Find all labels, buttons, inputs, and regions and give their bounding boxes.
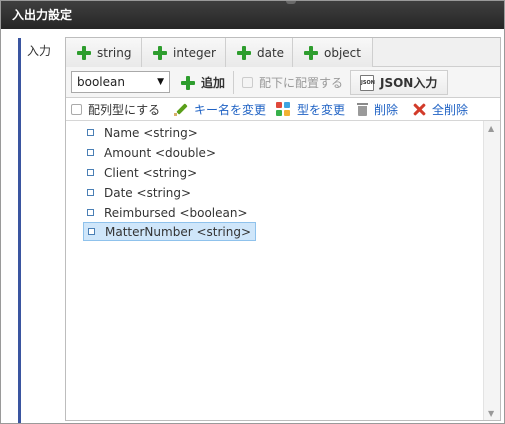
rename-key-button[interactable]: キー名を変更	[174, 98, 266, 120]
node-type: <string>	[196, 224, 252, 239]
node-key: MatterNumber	[105, 224, 193, 239]
type-add-toolbar: string integer date object	[66, 38, 500, 67]
plus-icon	[181, 75, 195, 90]
add-string-label: string	[97, 45, 132, 60]
section-accent-bar	[18, 38, 21, 423]
tree-node-reimbursed[interactable]: Reimbursed <boolean>	[83, 203, 252, 222]
node-bullet-icon	[87, 209, 94, 216]
node-key: Client	[104, 165, 139, 180]
tree-scrollbar[interactable]: ▲ ▼	[483, 121, 500, 420]
tree-node-name[interactable]: Name <string>	[83, 123, 202, 142]
array-type-checkbox[interactable]: 配列型にする	[71, 98, 160, 120]
close-icon	[413, 103, 426, 116]
json-input-button[interactable]: JSON JSON入力	[350, 70, 448, 95]
pencil-icon	[174, 102, 188, 116]
add-date-label: date	[257, 45, 285, 60]
plus-icon	[237, 45, 251, 60]
add-integer-label: integer	[173, 45, 216, 60]
checkbox-icon	[71, 103, 82, 115]
checkbox-icon	[242, 77, 253, 88]
scroll-up-icon[interactable]: ▲	[488, 124, 494, 133]
add-object-label: object	[324, 45, 361, 60]
change-type-button[interactable]: 型を変更	[276, 98, 345, 120]
toolbar-divider	[233, 71, 234, 94]
plus-icon	[153, 45, 167, 60]
input-section-label: 入力	[27, 44, 52, 58]
change-type-label: 型を変更	[297, 102, 346, 117]
node-type: <double>	[154, 145, 216, 160]
operation-toolbar: boolean ▼ 追加 配下に配置する JSON JSON入力	[66, 67, 500, 98]
node-action-bar: 配列型にする キー名を変更 型を変更 削除 全削除	[66, 98, 500, 120]
io-settings-dialog: 入出力設定 入力 string integer date object bool…	[0, 0, 505, 424]
node-bullet-icon	[88, 228, 95, 235]
dialog-titlebar[interactable]: 入出力設定	[1, 1, 504, 29]
type-select[interactable]: boolean ▼	[71, 71, 170, 93]
trash-icon	[357, 102, 368, 116]
node-key: Date	[104, 185, 133, 200]
node-bullet-icon	[87, 129, 94, 136]
dialog-title: 入出力設定	[12, 8, 73, 22]
schema-editor-panel: string integer date object boolean ▼ 追加 …	[65, 37, 501, 421]
node-type: <string>	[136, 185, 192, 200]
node-key: Amount	[104, 145, 152, 160]
delete-label: 削除	[374, 102, 399, 117]
plus-icon	[77, 45, 91, 60]
delete-all-button[interactable]: 全削除	[413, 98, 468, 120]
add-integer-button[interactable]: integer	[142, 38, 226, 67]
chevron-down-icon: ▼	[157, 77, 164, 87]
schema-tree: Name <string> Amount <double> Client <st…	[66, 120, 500, 420]
node-bullet-icon	[87, 149, 94, 156]
titlebar-grip	[286, 1, 296, 4]
place-under-checkbox[interactable]: 配下に配置する	[242, 70, 343, 95]
tree-node-matternumber[interactable]: MatterNumber <string>	[83, 222, 257, 241]
node-key: Name	[104, 125, 140, 140]
json-file-icon: JSON	[360, 74, 375, 91]
add-button-label: 追加	[201, 76, 226, 90]
tree-node-date[interactable]: Date <string>	[83, 183, 195, 202]
json-input-label: JSON入力	[380, 76, 438, 90]
tree-node-amount[interactable]: Amount <double>	[83, 143, 220, 162]
type-select-value: boolean	[77, 75, 125, 89]
add-string-button[interactable]: string	[66, 38, 142, 67]
plus-icon	[304, 45, 318, 60]
node-key: Reimbursed	[104, 205, 176, 220]
tree-node-client[interactable]: Client <string>	[83, 163, 201, 182]
add-button[interactable]: 追加	[181, 70, 225, 95]
scroll-down-icon[interactable]: ▼	[488, 409, 494, 418]
node-type: <string>	[142, 165, 198, 180]
add-object-button[interactable]: object	[293, 38, 373, 67]
place-under-label: 配下に配置する	[259, 76, 344, 90]
add-date-button[interactable]: date	[226, 38, 293, 67]
delete-button[interactable]: 削除	[357, 98, 398, 120]
node-bullet-icon	[87, 189, 94, 196]
node-bullet-icon	[87, 169, 94, 176]
rename-key-label: キー名を変更	[194, 102, 267, 117]
array-type-label: 配列型にする	[88, 102, 161, 117]
node-type: <boolean>	[179, 205, 248, 220]
delete-all-label: 全削除	[432, 102, 469, 117]
change-type-icon	[276, 102, 292, 116]
node-type: <string>	[143, 125, 198, 140]
